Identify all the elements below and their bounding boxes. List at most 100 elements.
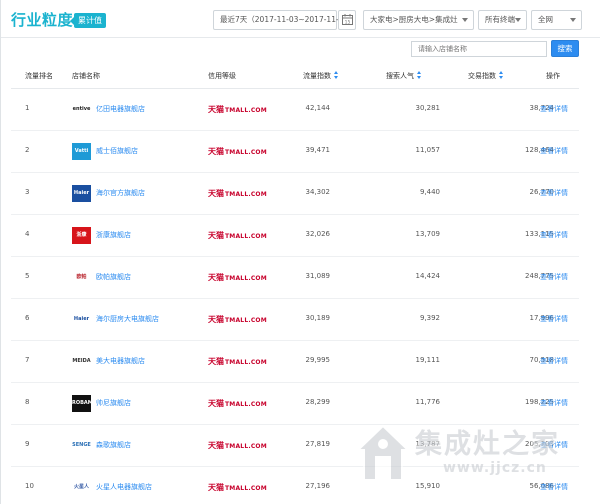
date-range-value: 最近7天（2017-11-03~2017-11-09） xyxy=(220,15,356,24)
watermark-text: 集成灶之家 xyxy=(415,429,560,460)
shop-logo: Haier xyxy=(72,185,91,202)
tmall-credit-badge: 天猫TMALL.COM xyxy=(208,399,267,408)
col-rank: 流量排名 xyxy=(25,72,53,80)
table-row: 2 Vatti 威士佰旗舰店 天猫TMALL.COM 39,471 11,057 128,4… xyxy=(11,131,579,173)
sort-icon[interactable] xyxy=(499,71,504,79)
tmall-credit-badge: 天猫TMALL.COM xyxy=(208,357,267,366)
chevron-down-icon xyxy=(570,18,576,22)
shop-name-link[interactable]: 森歌旗舰店 xyxy=(96,440,131,450)
svg-text:15: 15 xyxy=(345,19,351,25)
shop-logo: 欧帕 xyxy=(72,269,91,286)
cumulative-tag: 累计值 xyxy=(70,13,106,28)
search-popularity-value: 30,281 xyxy=(415,104,441,112)
col-action: 操作 xyxy=(546,72,560,80)
calendar-icon: 15 xyxy=(342,14,353,25)
network-select[interactable]: 全网 xyxy=(531,10,582,30)
chevron-down-icon xyxy=(462,18,468,22)
rank-value: 5 xyxy=(25,272,30,280)
flow-index-value: 28,299 xyxy=(305,398,331,406)
terminal-value: 所有终端 xyxy=(485,15,515,24)
shop-logo: 浙康 xyxy=(72,227,91,244)
header: 行业粒度 累计值 最近7天（2017-11-03~2017-11-09） 15 … xyxy=(1,0,600,38)
flow-index-value: 32,026 xyxy=(305,230,331,238)
rank-value: 3 xyxy=(25,188,30,196)
rank-value: 4 xyxy=(25,230,30,238)
sort-icon[interactable] xyxy=(334,71,339,79)
view-detail-link[interactable]: 查看详情 xyxy=(540,398,568,408)
shop-name-link[interactable]: 威士佰旗舰店 xyxy=(96,146,138,156)
rank-value: 9 xyxy=(25,440,30,448)
chevron-down-icon xyxy=(515,18,521,22)
tmall-credit-badge: 天猫TMALL.COM xyxy=(208,189,267,198)
terminal-select[interactable]: 所有终端 xyxy=(478,10,527,30)
search-popularity-value: 13,709 xyxy=(415,230,441,238)
table-row: 5 欧帕 欧帕旗舰店 天猫TMALL.COM 31,089 14,424 248,775 查看… xyxy=(11,257,579,299)
col-flow-index[interactable]: 流量指数 xyxy=(303,71,339,81)
tmall-credit-badge: 天猫TMALL.COM xyxy=(208,231,267,240)
watermark-url: www.jjcz.cn xyxy=(443,460,547,476)
watermark: 集成灶之家 www.jjcz.cn xyxy=(353,418,589,492)
tmall-credit-badge: 天猫TMALL.COM xyxy=(208,273,267,282)
table-row: 1 entive 亿田电器旗舰店 天猫TMALL.COM 42,144 30,281 38,… xyxy=(11,89,579,131)
shop-name-link[interactable]: 亿田电器旗舰店 xyxy=(96,104,145,114)
rank-value: 6 xyxy=(25,314,30,322)
shop-logo: ROBAM xyxy=(72,395,91,412)
table-row: 7 MEIDA 美大电器旗舰店 天猫TMALL.COM 29,995 19,111 70,5… xyxy=(11,341,579,383)
tmall-credit-badge: 天猫TMALL.COM xyxy=(208,483,267,492)
view-detail-link[interactable]: 查看详情 xyxy=(540,356,568,366)
shop-name-link[interactable]: 帅尼旗舰店 xyxy=(96,398,131,408)
tmall-credit-badge: 天猫TMALL.COM xyxy=(208,147,267,156)
view-detail-link[interactable]: 查看详情 xyxy=(540,188,568,198)
calendar-button[interactable]: 15 xyxy=(338,10,356,30)
col-shop: 店铺名称 xyxy=(72,72,100,80)
search-popularity-value: 14,424 xyxy=(415,272,441,280)
view-detail-link[interactable]: 查看详情 xyxy=(540,230,568,240)
shop-name-link[interactable]: 海尔厨房大电旗舰店 xyxy=(96,314,159,324)
search-popularity-value: 9,392 xyxy=(419,314,440,322)
rank-value: 8 xyxy=(25,398,30,406)
tmall-credit-badge: 天猫TMALL.COM xyxy=(208,441,267,450)
table-row: 4 浙康 浙康旗舰店 天猫TMALL.COM 32,026 13,709 133,115 查看… xyxy=(11,215,579,257)
tmall-credit-badge: 天猫TMALL.COM xyxy=(208,105,267,114)
sort-icon[interactable] xyxy=(417,71,422,79)
category-value: 大家电>厨房大电>集成灶 xyxy=(370,15,458,24)
date-range-select[interactable]: 最近7天（2017-11-03~2017-11-09） xyxy=(213,10,356,30)
flow-index-value: 31,089 xyxy=(305,272,331,280)
shop-logo: SENGE xyxy=(72,437,91,454)
view-detail-link[interactable]: 查看详情 xyxy=(540,146,568,156)
shop-logo: Vatti xyxy=(72,143,91,160)
shop-logo: 火星人 xyxy=(72,479,91,496)
shop-name-link[interactable]: 海尔官方旗舰店 xyxy=(96,188,145,198)
rank-value: 2 xyxy=(25,146,30,154)
col-credit: 信用等级 xyxy=(208,72,236,80)
search-popularity-value: 9,440 xyxy=(419,188,440,196)
view-detail-link[interactable]: 查看详情 xyxy=(540,272,568,282)
page-title: 行业粒度 xyxy=(11,11,74,29)
rank-value: 10 xyxy=(25,482,34,490)
shop-search-input[interactable] xyxy=(411,41,547,57)
rank-value: 7 xyxy=(25,356,30,364)
flow-index-value: 34,302 xyxy=(305,188,331,196)
shop-name-link[interactable]: 火星人电器旗舰店 xyxy=(96,482,152,492)
network-value: 全网 xyxy=(538,15,553,24)
col-trade-index[interactable]: 交易指数 xyxy=(468,71,504,81)
flow-index-value: 27,196 xyxy=(305,482,331,490)
flow-index-value: 30,189 xyxy=(305,314,331,322)
shop-name-link[interactable]: 美大电器旗舰店 xyxy=(96,356,145,366)
search-button[interactable]: 搜索 xyxy=(551,40,579,57)
shop-name-link[interactable]: 欧帕旗舰店 xyxy=(96,272,131,282)
search-popularity-value: 11,057 xyxy=(415,146,441,154)
shop-name-link[interactable]: 浙康旗舰店 xyxy=(96,230,131,240)
category-select[interactable]: 大家电>厨房大电>集成灶 xyxy=(363,10,474,30)
shop-logo: entive xyxy=(72,101,91,118)
flow-index-value: 29,995 xyxy=(305,356,331,364)
rank-value: 1 xyxy=(25,104,30,112)
view-detail-link[interactable]: 查看详情 xyxy=(540,314,568,324)
search-popularity-value: 19,111 xyxy=(415,356,441,364)
search-popularity-value: 11,776 xyxy=(415,398,441,406)
house-logo-icon xyxy=(355,424,411,481)
flow-index-value: 39,471 xyxy=(305,146,331,154)
tmall-credit-badge: 天猫TMALL.COM xyxy=(208,315,267,324)
view-detail-link[interactable]: 查看详情 xyxy=(540,104,568,114)
col-search-popularity[interactable]: 搜索人气 xyxy=(386,71,422,81)
